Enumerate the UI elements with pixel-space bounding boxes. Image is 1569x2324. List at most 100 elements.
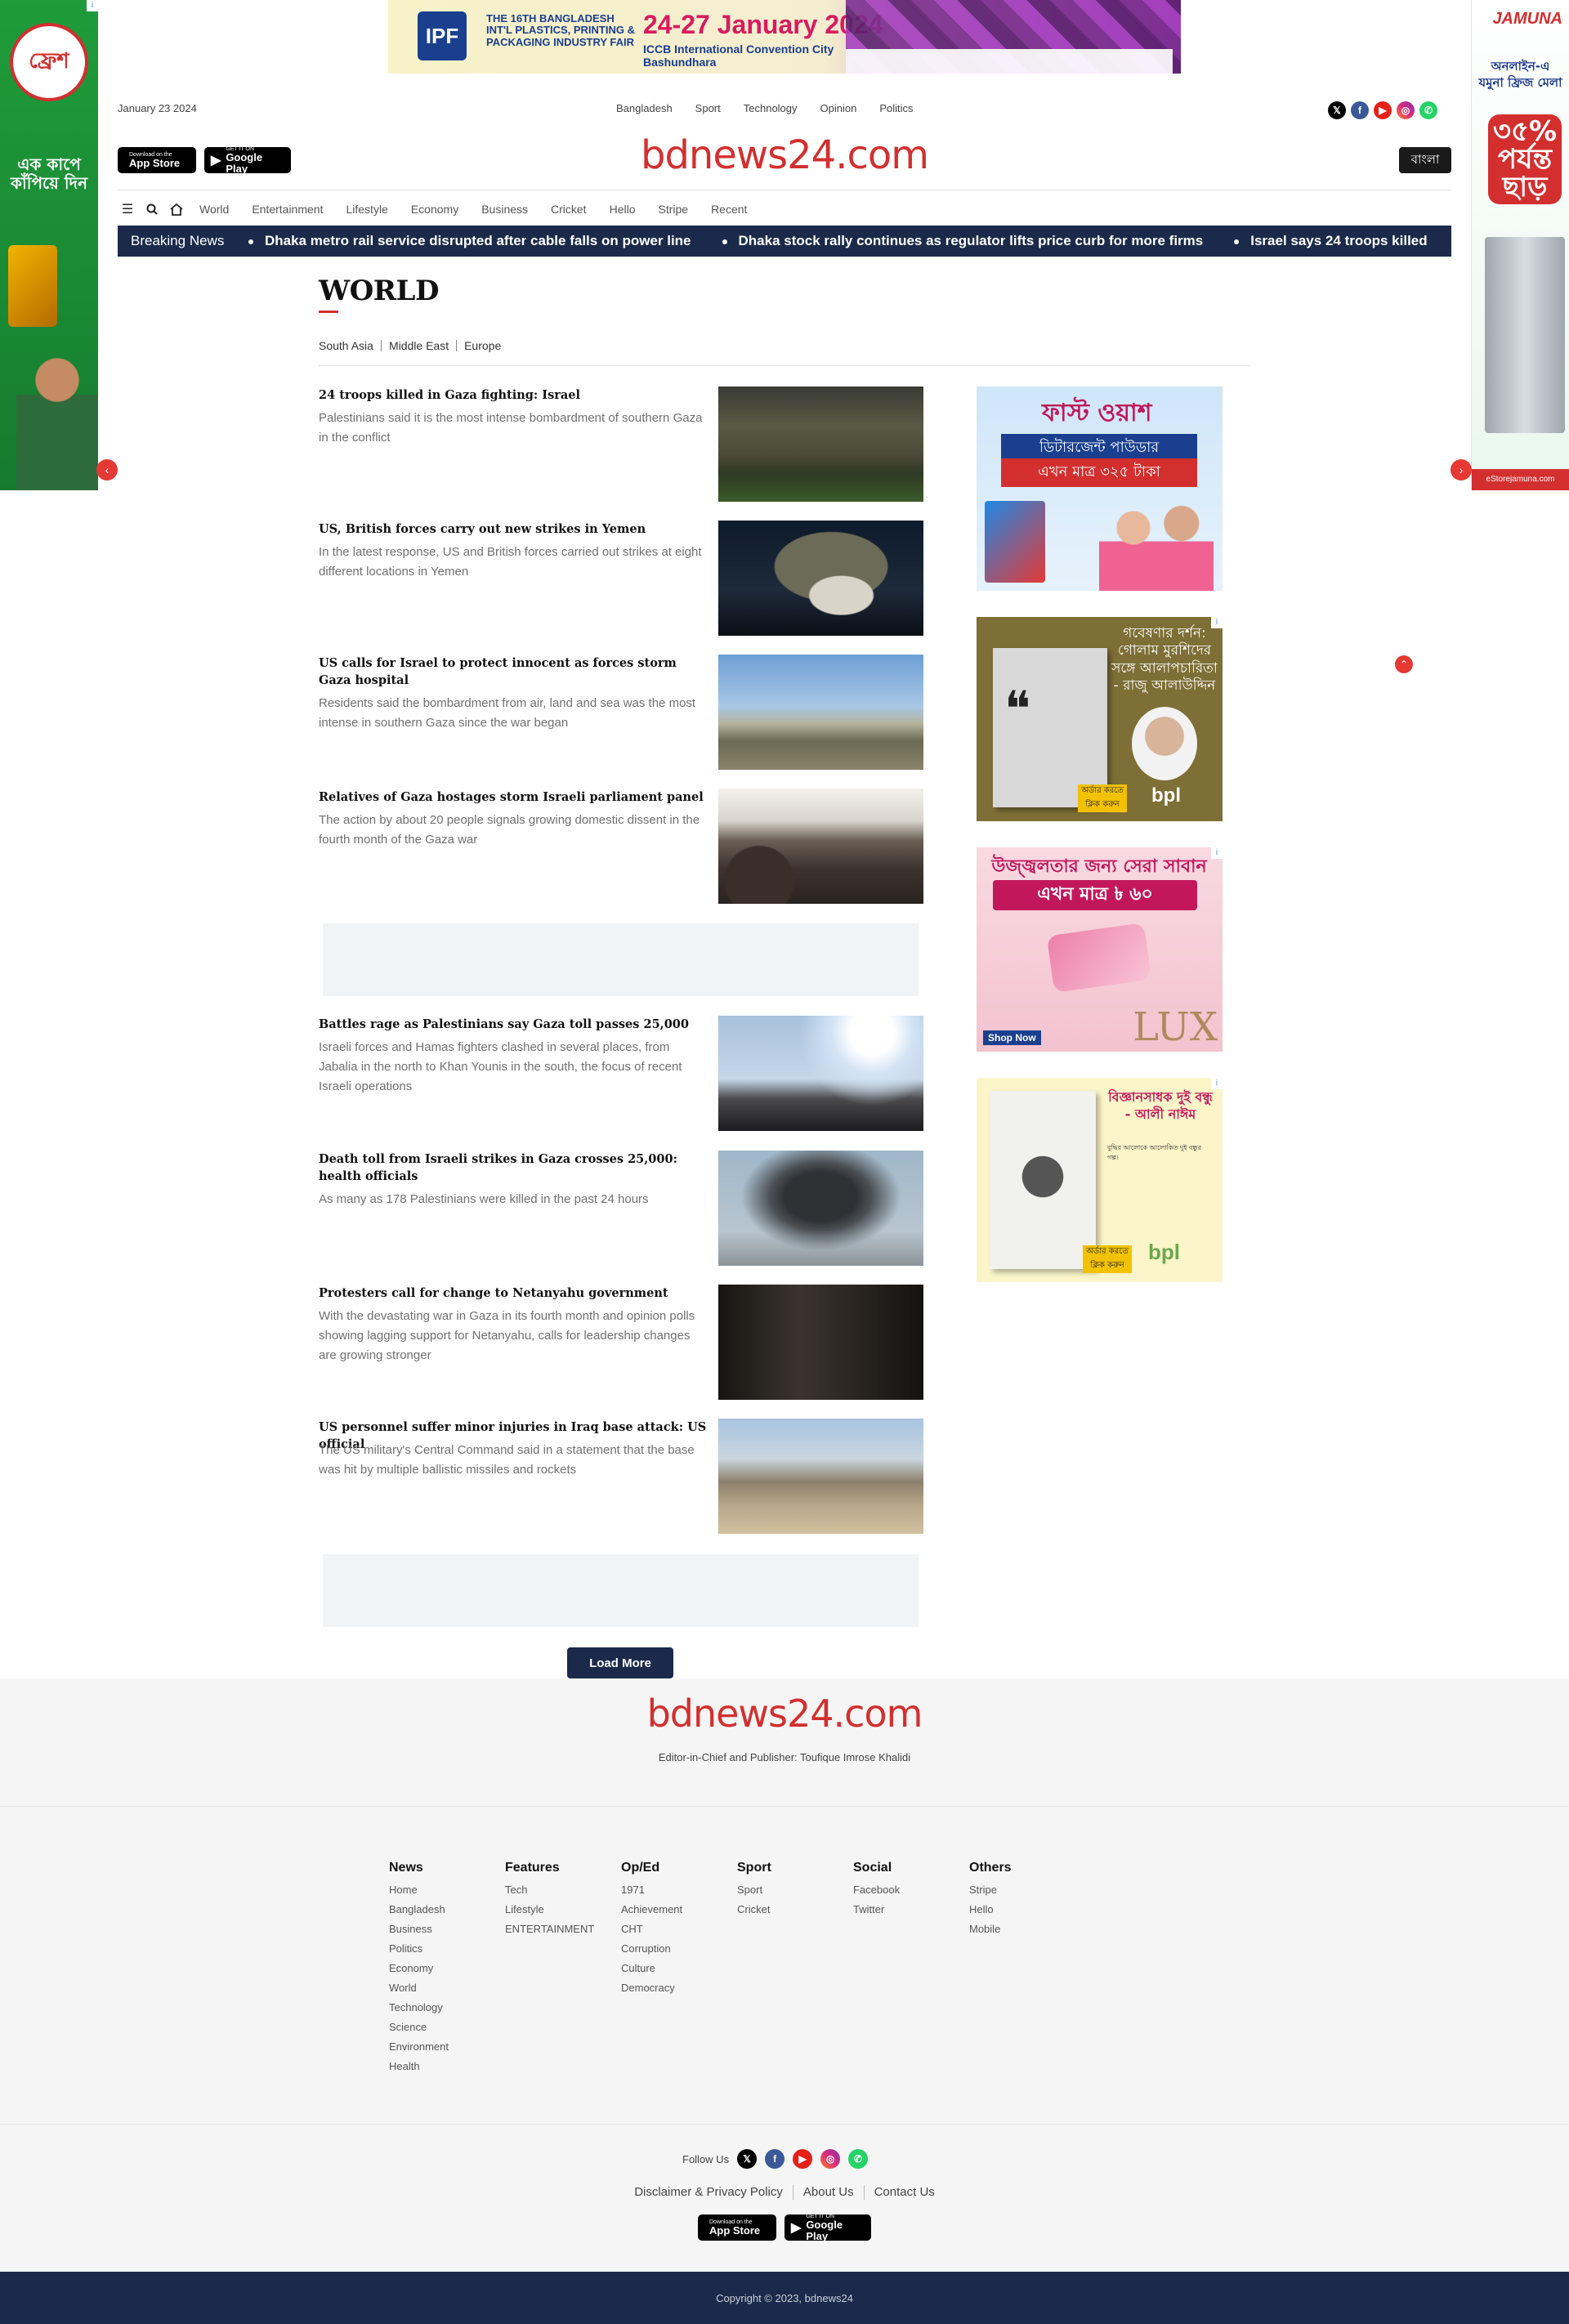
footer-link[interactable]: Corruption: [621, 1939, 682, 1959]
nav-item-world[interactable]: World: [199, 203, 229, 216]
right-ad-collapse-icon[interactable]: ›: [1451, 459, 1472, 480]
nav-item-stripe[interactable]: Stripe: [658, 203, 688, 216]
article-headline[interactable]: 24 troops killed in Gaza fighting: Israe…: [319, 387, 711, 404]
subnav-middle-east[interactable]: Middle East: [389, 339, 449, 352]
article-headline[interactable]: US calls for Israel to protect innocent …: [319, 655, 711, 689]
subnav-europe[interactable]: Europe: [464, 339, 501, 352]
sidebar-ad-book-1[interactable]: i ❝ গবেষণার দর্শন: গোলাম মুরশিদের সঙ্গে …: [977, 617, 1223, 821]
article-thumbnail[interactable]: [718, 1285, 923, 1400]
footer-link[interactable]: Hello: [969, 1900, 1012, 1920]
menu-icon[interactable]: ☰: [118, 199, 137, 219]
article-thumbnail[interactable]: [718, 1419, 923, 1534]
top-link-technology[interactable]: Technology: [744, 102, 798, 114]
google-play-button[interactable]: ▶ GET IT ON Google Play: [784, 2214, 871, 2241]
article-thumbnail[interactable]: [718, 387, 923, 502]
app-store-button[interactable]: Download on the App Store: [698, 2215, 776, 2241]
right-side-ad[interactable]: JAMUNA অনলাইন-এ যমুনা ফ্রিজ মেলা ৩৫% পর্…: [1471, 0, 1569, 490]
article-card[interactable]: Relatives of Gaza hostages storm Israeli…: [319, 789, 923, 905]
sidebar-ad-lux[interactable]: i উজ্জ্বলতার জন্য সেরা সাবান এখন মাত্র ৳…: [977, 847, 1223, 1052]
footer-link[interactable]: ENTERTAINMENT: [505, 1920, 594, 1939]
top-link-bangladesh[interactable]: Bangladesh: [616, 102, 673, 114]
top-banner-ad[interactable]: IPF THE 16TH BANGLADESH INT'L PLASTICS, …: [388, 0, 1181, 74]
language-toggle-button[interactable]: বাংলা: [1399, 147, 1451, 173]
footer-link[interactable]: Sport: [737, 1880, 771, 1900]
inline-ad-slot[interactable]: [323, 1554, 919, 1627]
article-thumbnail[interactable]: [718, 1151, 923, 1266]
shop-now-button[interactable]: Shop Now: [983, 1030, 1041, 1045]
footer-link[interactable]: Economy: [389, 1959, 449, 1978]
sidebar-ad-detergent[interactable]: ফাস্ট ওয়াশ ডিটারজেন্ট পাউডার এখন মাত্র …: [977, 387, 1223, 591]
subnav-south-asia[interactable]: South Asia: [319, 339, 373, 352]
footer-link[interactable]: Environment: [389, 2037, 449, 2057]
instagram-icon[interactable]: ◎: [1397, 101, 1415, 119]
x-icon[interactable]: 𝕏: [737, 2149, 758, 2169]
search-icon[interactable]: [142, 199, 162, 219]
inline-ad-slot[interactable]: [323, 923, 919, 996]
footer-link[interactable]: Business: [389, 1920, 449, 1939]
footer-link[interactable]: Bangladesh: [389, 1900, 449, 1920]
article-thumbnail[interactable]: [718, 521, 923, 636]
instagram-icon[interactable]: ◎: [820, 2149, 841, 2169]
footer-link[interactable]: Cricket: [737, 1900, 771, 1920]
sidebar-ad-book-2[interactable]: i বিজ্ঞানসাধক দুই বন্ধু - আলী নাঈম বুদ্ধ…: [977, 1078, 1223, 1282]
facebook-icon[interactable]: f: [1351, 101, 1369, 119]
load-more-button[interactable]: Load More: [567, 1647, 673, 1678]
ad4-order-button[interactable]: অর্ডার করতে ক্লিক করুন: [1083, 1245, 1132, 1273]
article-card[interactable]: US calls for Israel to protect innocent …: [319, 655, 923, 771]
article-thumbnail[interactable]: [718, 655, 923, 770]
ad-info-icon[interactable]: i: [87, 0, 98, 11]
x-icon[interactable]: 𝕏: [1328, 101, 1346, 119]
footer-link[interactable]: Tech: [505, 1880, 594, 1900]
facebook-icon[interactable]: f: [765, 2149, 785, 2169]
footer-link[interactable]: Home: [389, 1880, 449, 1900]
article-headline[interactable]: Death toll from Israeli strikes in Gaza …: [319, 1151, 711, 1185]
footer-link[interactable]: Lifestyle: [505, 1900, 594, 1920]
scroll-to-top-icon[interactable]: ⌃: [1395, 655, 1413, 673]
article-thumbnail[interactable]: [718, 789, 923, 904]
footer-link[interactable]: 1971: [621, 1880, 682, 1900]
about-us-link[interactable]: About Us: [803, 2185, 854, 2200]
contact-us-link[interactable]: Contact Us: [874, 2185, 935, 2200]
ticker-item[interactable]: Dhaka metro rail service disrupted after…: [248, 233, 691, 249]
nav-item-recent[interactable]: Recent: [711, 203, 747, 216]
home-icon[interactable]: [167, 199, 186, 219]
footer-link[interactable]: Stripe: [969, 1880, 1012, 1900]
article-card[interactable]: US personnel suffer minor injuries in Ir…: [319, 1419, 923, 1535]
footer-link[interactable]: Achievement: [621, 1900, 682, 1920]
nav-item-economy[interactable]: Economy: [411, 203, 458, 216]
left-ad-collapse-icon[interactable]: ‹: [96, 459, 118, 480]
nav-item-lifestyle[interactable]: Lifestyle: [346, 203, 387, 216]
footer-link[interactable]: CHT: [621, 1920, 682, 1939]
nav-item-hello[interactable]: Hello: [610, 203, 636, 216]
article-headline[interactable]: US, British forces carry out new strikes…: [319, 521, 711, 538]
article-card[interactable]: 24 troops killed in Gaza fighting: Israe…: [319, 387, 923, 503]
footer-link[interactable]: Politics: [389, 1939, 449, 1959]
footer-link[interactable]: World: [389, 1978, 449, 1998]
article-headline[interactable]: Battles rage as Palestinians say Gaza to…: [319, 1016, 711, 1033]
site-logo[interactable]: bdnews24.com: [0, 132, 1569, 178]
privacy-policy-link[interactable]: Disclaimer & Privacy Policy: [634, 2185, 783, 2200]
footer-link[interactable]: Mobile: [969, 1920, 1012, 1939]
footer-logo[interactable]: bdnews24.com: [0, 1692, 1569, 1736]
footer-link[interactable]: Culture: [621, 1959, 682, 1978]
footer-link[interactable]: Democracy: [621, 1978, 682, 1998]
article-headline[interactable]: Protesters call for change to Netanyahu …: [319, 1285, 711, 1302]
ad2-order-button[interactable]: অর্ডার করতে ক্লিক করুন: [1078, 784, 1127, 812]
nav-item-business[interactable]: Business: [481, 203, 528, 216]
left-side-ad[interactable]: i ফ্রেশ এক কাপে কাঁপিয়ে দিন ‹: [0, 0, 98, 490]
top-link-sport[interactable]: Sport: [695, 102, 721, 114]
top-link-politics[interactable]: Politics: [879, 102, 913, 114]
footer-link[interactable]: Technology: [389, 1998, 449, 2018]
ticker-item[interactable]: Israel says 24 troops killed: [1234, 233, 1428, 249]
top-link-opinion[interactable]: Opinion: [820, 102, 857, 114]
article-card[interactable]: Battles rage as Palestinians say Gaza to…: [319, 1016, 923, 1132]
footer-link[interactable]: Twitter: [853, 1900, 900, 1920]
ticker-item[interactable]: Dhaka stock rally continues as regulator…: [722, 233, 1203, 249]
article-thumbnail[interactable]: [718, 1016, 923, 1131]
article-headline[interactable]: Relatives of Gaza hostages storm Israeli…: [319, 789, 711, 806]
article-card[interactable]: Death toll from Israeli strikes in Gaza …: [319, 1151, 923, 1267]
footer-link[interactable]: Facebook: [853, 1880, 900, 1900]
whatsapp-icon[interactable]: ✆: [848, 2149, 869, 2169]
youtube-icon[interactable]: ▶: [1374, 101, 1392, 119]
article-card[interactable]: US, British forces carry out new strikes…: [319, 521, 923, 637]
